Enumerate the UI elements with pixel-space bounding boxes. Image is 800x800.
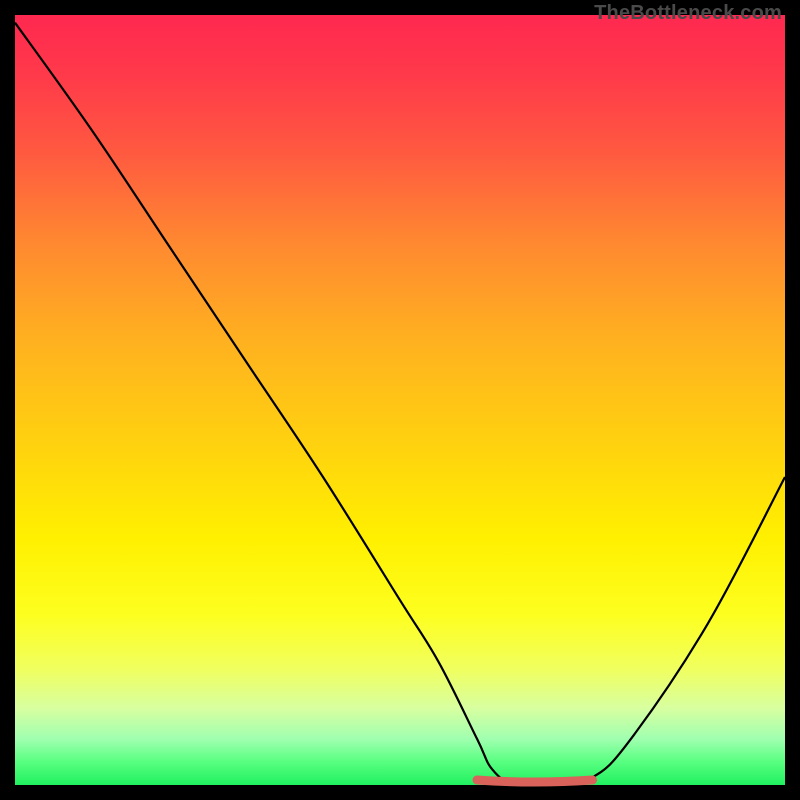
optimal-region-marker bbox=[477, 780, 593, 782]
chart-svg bbox=[15, 15, 785, 785]
attribution-watermark: TheBottleneck.com bbox=[594, 2, 782, 25]
plot-area bbox=[15, 15, 785, 785]
chart-frame: TheBottleneck.com bbox=[0, 0, 800, 800]
bottleneck-curve bbox=[15, 23, 785, 787]
